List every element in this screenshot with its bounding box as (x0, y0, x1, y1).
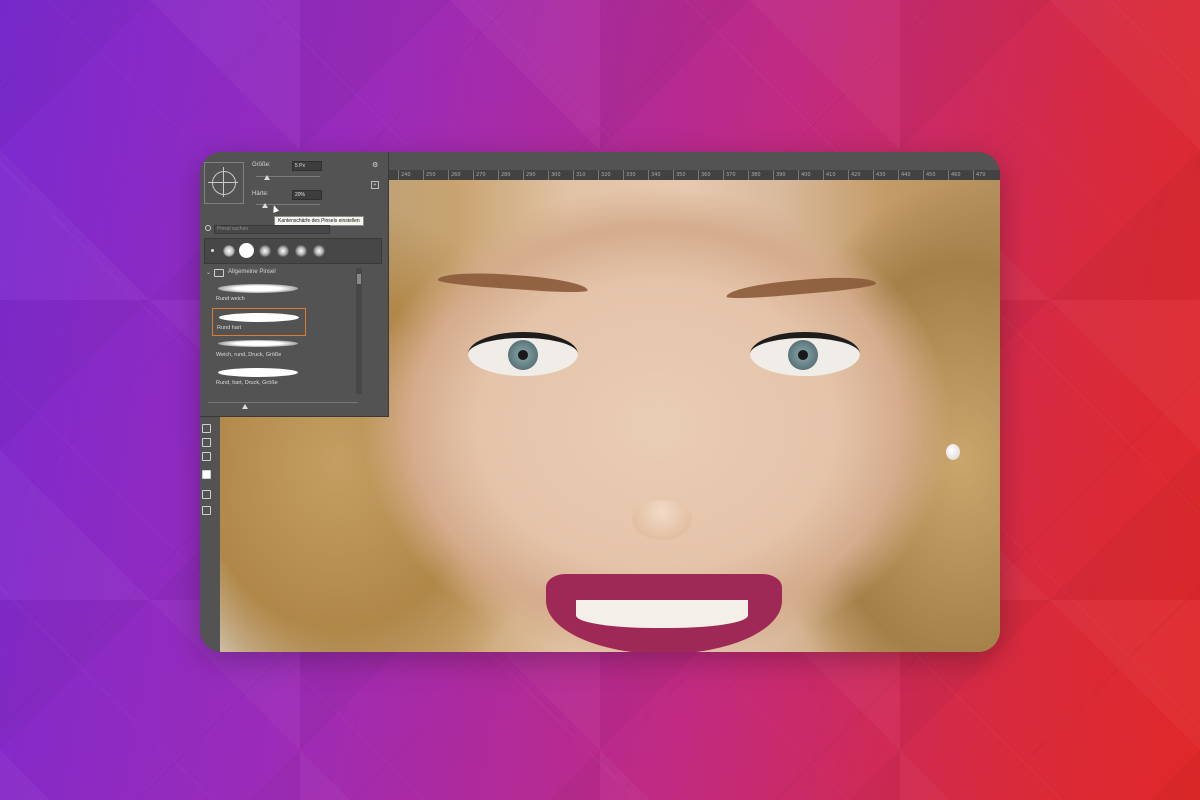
mouse-cursor-icon (270, 204, 280, 213)
angle-circle (212, 171, 236, 195)
ruler-tick-label: 240 (398, 170, 411, 180)
folder-label: Allgemeine Pinsel (228, 269, 276, 275)
ruler-tick-label: 330 (623, 170, 636, 180)
search-icon (205, 225, 211, 231)
recent-brush-3[interactable] (239, 243, 254, 258)
size-slider-thumb[interactable] (264, 175, 270, 180)
brush-name: Rund weich (216, 296, 245, 302)
hardness-slider-thumb[interactable] (262, 203, 268, 208)
folder-icon (214, 269, 224, 277)
brush-search-input[interactable]: Pinsel suchen (214, 225, 330, 234)
ruler-tick-label: 260 (448, 170, 461, 180)
ruler-tick-label: 370 (723, 170, 736, 180)
recent-brush-5[interactable] (277, 245, 289, 257)
ruler-tick-label: 440 (898, 170, 911, 180)
ruler-tick-label: 250 (423, 170, 436, 180)
quick-mask-icon[interactable] (202, 490, 211, 499)
ruler-tick-label: 380 (748, 170, 761, 180)
brush-list-scrollbar[interactable] (356, 268, 362, 394)
ruler-tick-label: 290 (523, 170, 536, 180)
ruler-tick-label: 430 (873, 170, 886, 180)
right-eye (750, 332, 860, 376)
foreground-color-swatch[interactable] (202, 470, 211, 479)
ruler-tick-label: 350 (673, 170, 686, 180)
gear-icon[interactable]: ⚙ (372, 161, 378, 169)
new-preset-icon[interactable]: + (371, 181, 379, 189)
right-eyebrow (725, 273, 877, 301)
crop-tool-icon[interactable] (202, 438, 211, 447)
brush-preset-panel: Größe: 5 Px Härte: 20% ⚙ + Kantenschärfe… (200, 152, 389, 417)
ruler-tick-label: 340 (648, 170, 661, 180)
brush-name: Rund hart (217, 325, 242, 331)
angle-axis-vertical (223, 167, 224, 197)
ruler-tick-label: 390 (773, 170, 786, 180)
earring (946, 444, 960, 460)
ruler-tick-label: 410 (823, 170, 836, 180)
preview-size-slider[interactable] (208, 402, 358, 403)
recent-brush-2[interactable] (223, 245, 235, 257)
brush-item-rund-weich[interactable]: Rund weich (212, 280, 304, 306)
recent-brush-7[interactable] (313, 245, 325, 257)
brush-stroke-preview (218, 284, 298, 293)
ruler-tick-label: 360 (698, 170, 711, 180)
lasso-tool-icon[interactable] (202, 424, 211, 433)
photoshop-window: 240 250 260 270 280 290 300 310 320 330 340 350 360 3… (200, 152, 1000, 652)
ruler-tick-label: 470 (973, 170, 986, 180)
ruler-tick-label: 270 (473, 170, 486, 180)
brush-stroke-preview (218, 368, 298, 377)
right-iris (788, 340, 818, 370)
left-eye (468, 332, 578, 376)
brush-stroke-preview (218, 340, 298, 347)
recent-brushes-strip (204, 238, 382, 264)
nose (632, 500, 692, 540)
size-label: Größe: (252, 162, 271, 168)
brush-item-rund-hart[interactable]: Rund hart (212, 308, 306, 336)
ruler-tick-label: 460 (948, 170, 961, 180)
ruler-tick-label: 280 (498, 170, 511, 180)
preview-size-thumb[interactable] (242, 404, 248, 409)
ruler-tick-label: 400 (798, 170, 811, 180)
hardness-input[interactable]: 20% (292, 190, 322, 200)
recent-brush-1[interactable] (211, 249, 214, 252)
brush-name: Rund, hart, Druck, Größe (216, 380, 278, 386)
brush-folder-general[interactable]: ⌄ Allgemeine Pinsel (206, 268, 356, 278)
teeth (576, 600, 748, 628)
recent-brush-6[interactable] (295, 245, 307, 257)
screen-mode-icon[interactable] (202, 506, 211, 515)
ruler-tick-label: 320 (598, 170, 611, 180)
ruler-tick-label: 310 (573, 170, 586, 180)
brush-angle-widget[interactable] (204, 162, 244, 204)
brush-item-rund-hart-druck-groesse[interactable]: Rund, hart, Druck, Größe (212, 364, 304, 390)
left-iris (508, 340, 538, 370)
brush-name: Weich, rund, Druck, Größe (216, 352, 282, 358)
recent-brush-4[interactable] (259, 245, 271, 257)
ruler-tick-label: 300 (548, 170, 561, 180)
left-eyebrow (437, 269, 589, 295)
size-input[interactable]: 5 Px (292, 161, 322, 171)
brush-stroke-preview (219, 313, 299, 322)
eyedropper-tool-icon[interactable] (202, 452, 211, 461)
chevron-down-icon[interactable]: ⌄ (206, 269, 211, 276)
brush-item-weich-rund-druck-groesse[interactable]: Weich, rund, Druck, Größe (212, 336, 304, 362)
hardness-label: Härte: (252, 191, 269, 197)
brush-list: Rund weich Rund hart Weich, rund, Druck,… (208, 280, 360, 394)
ruler-tick-label: 450 (923, 170, 936, 180)
scroll-thumb[interactable] (357, 274, 361, 284)
ruler-tick-label: 420 (848, 170, 861, 180)
